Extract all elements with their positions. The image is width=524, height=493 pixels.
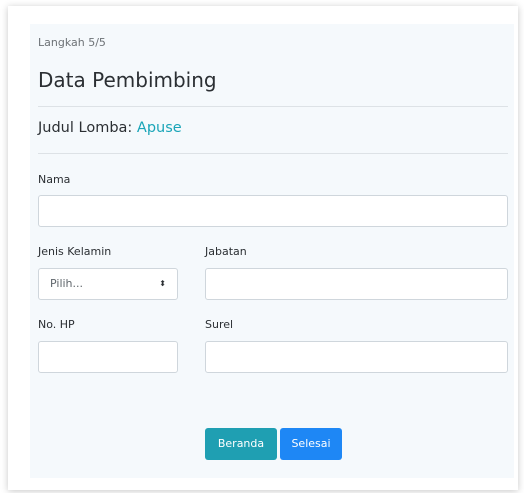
email-input[interactable] [205, 341, 508, 373]
phone-label: No. HP [38, 318, 75, 331]
email-label: Surel [205, 318, 234, 331]
name-input[interactable] [38, 195, 508, 227]
divider [38, 106, 508, 107]
home-button[interactable]: Beranda [205, 428, 277, 460]
position-input[interactable] [205, 268, 508, 300]
phone-input[interactable] [38, 341, 178, 373]
gender-label: Jenis Kelamin [38, 245, 112, 258]
competition-value: Apuse [136, 120, 182, 136]
gender-selected-value: Pilih... [50, 277, 84, 290]
page-title: Data Pembimbing [38, 68, 217, 92]
select-arrows-icon: ⬍ [159, 279, 166, 288]
name-label: Nama [38, 173, 71, 186]
divider [38, 153, 508, 154]
competition-label: Judul Lomba: [38, 120, 133, 136]
gender-select[interactable]: Pilih... ⬍ [38, 268, 178, 300]
position-label: Jabatan [205, 245, 247, 258]
finish-button[interactable]: Selesai [280, 428, 342, 460]
step-indicator: Langkah 5/5 [38, 36, 106, 49]
competition-title: Judul Lomba: Apuse [38, 120, 182, 136]
